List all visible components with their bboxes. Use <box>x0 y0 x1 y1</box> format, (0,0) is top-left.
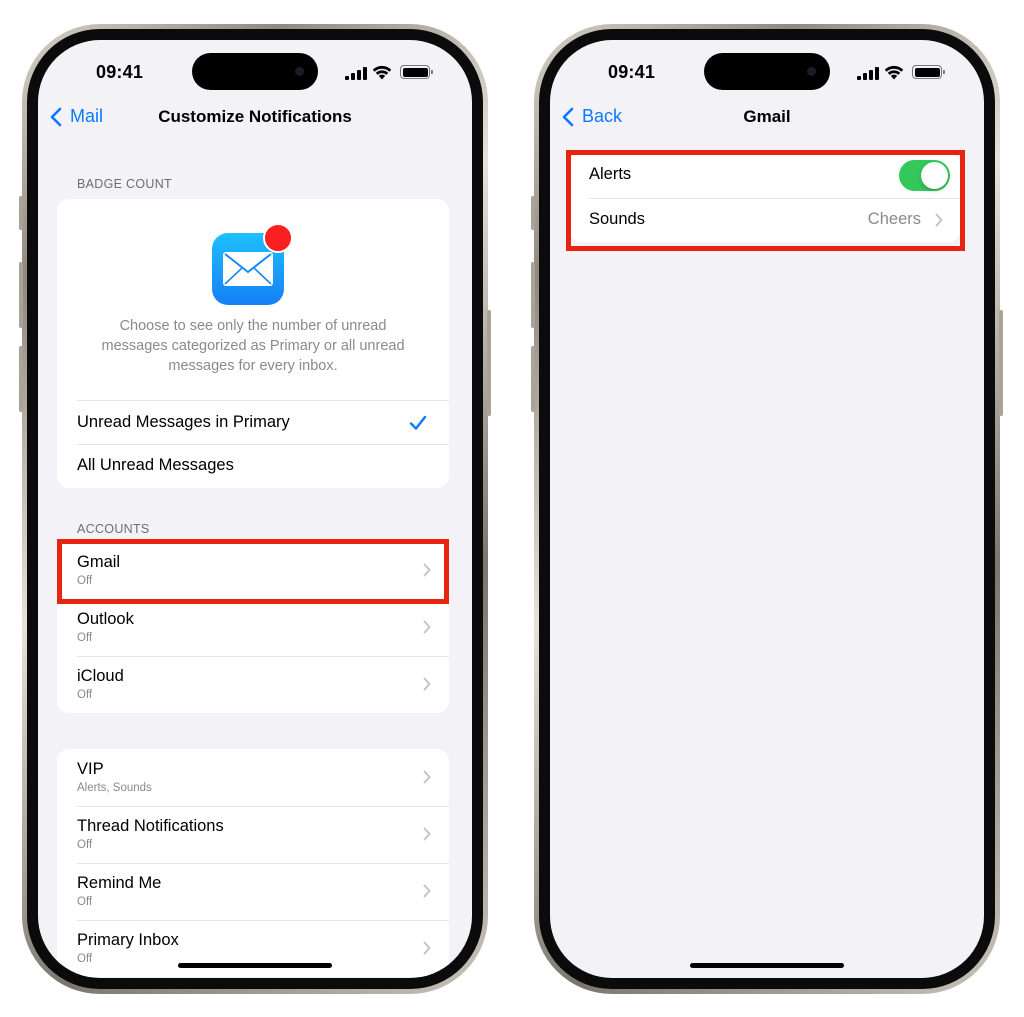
back-button[interactable]: Mail <box>50 106 103 127</box>
screen-gmail-notifications: 09:41 Back Gmail Alerts Sounds Cheers <box>550 40 984 978</box>
setting-title: VIP <box>77 760 104 778</box>
badge-option-all[interactable]: All Unread Messages <box>57 444 449 488</box>
status-time: 09:41 <box>608 62 656 82</box>
chevron-right-icon <box>423 770 431 784</box>
back-button[interactable]: Back <box>562 106 622 127</box>
side-button <box>487 310 491 416</box>
account-row-icloud[interactable]: iCloud Off <box>57 656 449 713</box>
account-row-gmail[interactable]: Gmail Off <box>57 542 449 599</box>
sounds-label: Sounds <box>589 210 645 228</box>
account-status: Off <box>77 632 93 644</box>
volume-up-button <box>531 262 535 328</box>
badge-option-label: Unread Messages in Primary <box>77 413 290 431</box>
volume-down-button <box>531 346 535 412</box>
status-bar: 09:41 <box>550 40 984 92</box>
bezel: 09:41 Back Gmail Alerts Sounds Cheers <box>539 29 995 989</box>
status-time: 09:41 <box>96 62 144 82</box>
gmail-settings-group: Alerts Sounds Cheers <box>569 154 961 242</box>
phone-frame-right: 09:41 Back Gmail Alerts Sounds Cheers <box>531 24 1003 994</box>
bezel: 09:41 Mail Customize Notifications BADGE… <box>27 29 483 989</box>
alerts-row: Alerts <box>569 154 961 198</box>
badge-count-header: BADGE COUNT <box>77 177 172 191</box>
back-label: Back <box>582 106 623 126</box>
badge-count-description: Choose to see only the number of unread … <box>101 318 405 374</box>
badge-count-group: Choose to see only the number of unread … <box>57 199 449 488</box>
account-status: Off <box>77 575 93 587</box>
chevron-right-icon <box>935 213 943 227</box>
screen-customize-notifications: 09:41 Mail Customize Notifications BADGE… <box>38 40 472 978</box>
phone-frame-left: 09:41 Mail Customize Notifications BADGE… <box>19 24 491 994</box>
setting-row-thread-notifications[interactable]: Thread Notifications Off <box>57 806 449 863</box>
dynamic-island <box>704 53 830 90</box>
setting-status: Off <box>77 953 93 965</box>
setting-status: Alerts, Sounds <box>77 782 152 794</box>
setting-row-primary-inbox[interactable]: Primary Inbox Off <box>57 920 449 977</box>
back-chevron-icon <box>50 107 62 126</box>
signal-icon <box>345 67 367 80</box>
wifi-icon <box>372 65 392 80</box>
volume-down-button <box>19 346 23 412</box>
chevron-right-icon <box>423 563 431 577</box>
side-button <box>999 310 1003 416</box>
account-row-outlook[interactable]: Outlook Off <box>57 599 449 656</box>
volume-up-button <box>19 262 23 328</box>
back-label: Mail <box>70 106 104 126</box>
chevron-right-icon <box>423 620 431 634</box>
setting-status: Off <box>77 896 93 908</box>
setting-row-remind-me[interactable]: Remind Me Off <box>57 863 449 920</box>
alerts-label: Alerts <box>589 165 632 183</box>
checkmark-icon <box>409 415 427 430</box>
signal-icon <box>857 67 879 80</box>
alerts-toggle[interactable] <box>899 160 950 191</box>
notification-types-group: VIP Alerts, Sounds Thread Notifications … <box>57 749 449 977</box>
account-title: iCloud <box>77 667 124 685</box>
account-status: Off <box>77 689 93 701</box>
home-indicator[interactable] <box>178 963 332 968</box>
status-bar: 09:41 <box>38 40 472 92</box>
navigation-bar: Back Gmail <box>550 102 984 136</box>
back-chevron-icon <box>562 107 574 126</box>
account-title: Gmail <box>77 553 121 571</box>
setting-title: Remind Me <box>77 874 162 892</box>
sounds-row[interactable]: Sounds Cheers <box>569 198 961 242</box>
battery-icon <box>400 65 433 79</box>
sounds-value: Cheers <box>867 210 921 228</box>
accounts-group: Gmail Off Outlook Off iCloud Off <box>57 542 449 713</box>
chevron-right-icon <box>423 677 431 691</box>
setting-title: Thread Notifications <box>77 817 224 835</box>
dynamic-island <box>192 53 318 90</box>
setting-title: Primary Inbox <box>77 931 179 949</box>
navigation-bar: Mail Customize Notifications <box>38 102 472 136</box>
page-title: Customize Notifications <box>158 107 352 126</box>
action-button <box>19 196 23 230</box>
badge-option-primary[interactable]: Unread Messages in Primary <box>77 400 449 444</box>
action-button <box>531 196 535 230</box>
setting-row-vip[interactable]: VIP Alerts, Sounds <box>57 749 449 806</box>
account-title: Outlook <box>77 610 134 628</box>
accounts-header: ACCOUNTS <box>77 522 150 536</box>
notification-badge-dot <box>263 223 293 253</box>
chevron-right-icon <box>423 884 431 898</box>
badge-option-label: All Unread Messages <box>77 456 234 474</box>
home-indicator[interactable] <box>690 963 844 968</box>
wifi-icon <box>884 65 904 80</box>
setting-status: Off <box>77 839 93 851</box>
badge-count-hero: Choose to see only the number of unread … <box>57 199 449 400</box>
chevron-right-icon <box>423 941 431 955</box>
battery-icon <box>912 65 945 79</box>
chevron-right-icon <box>423 827 431 841</box>
